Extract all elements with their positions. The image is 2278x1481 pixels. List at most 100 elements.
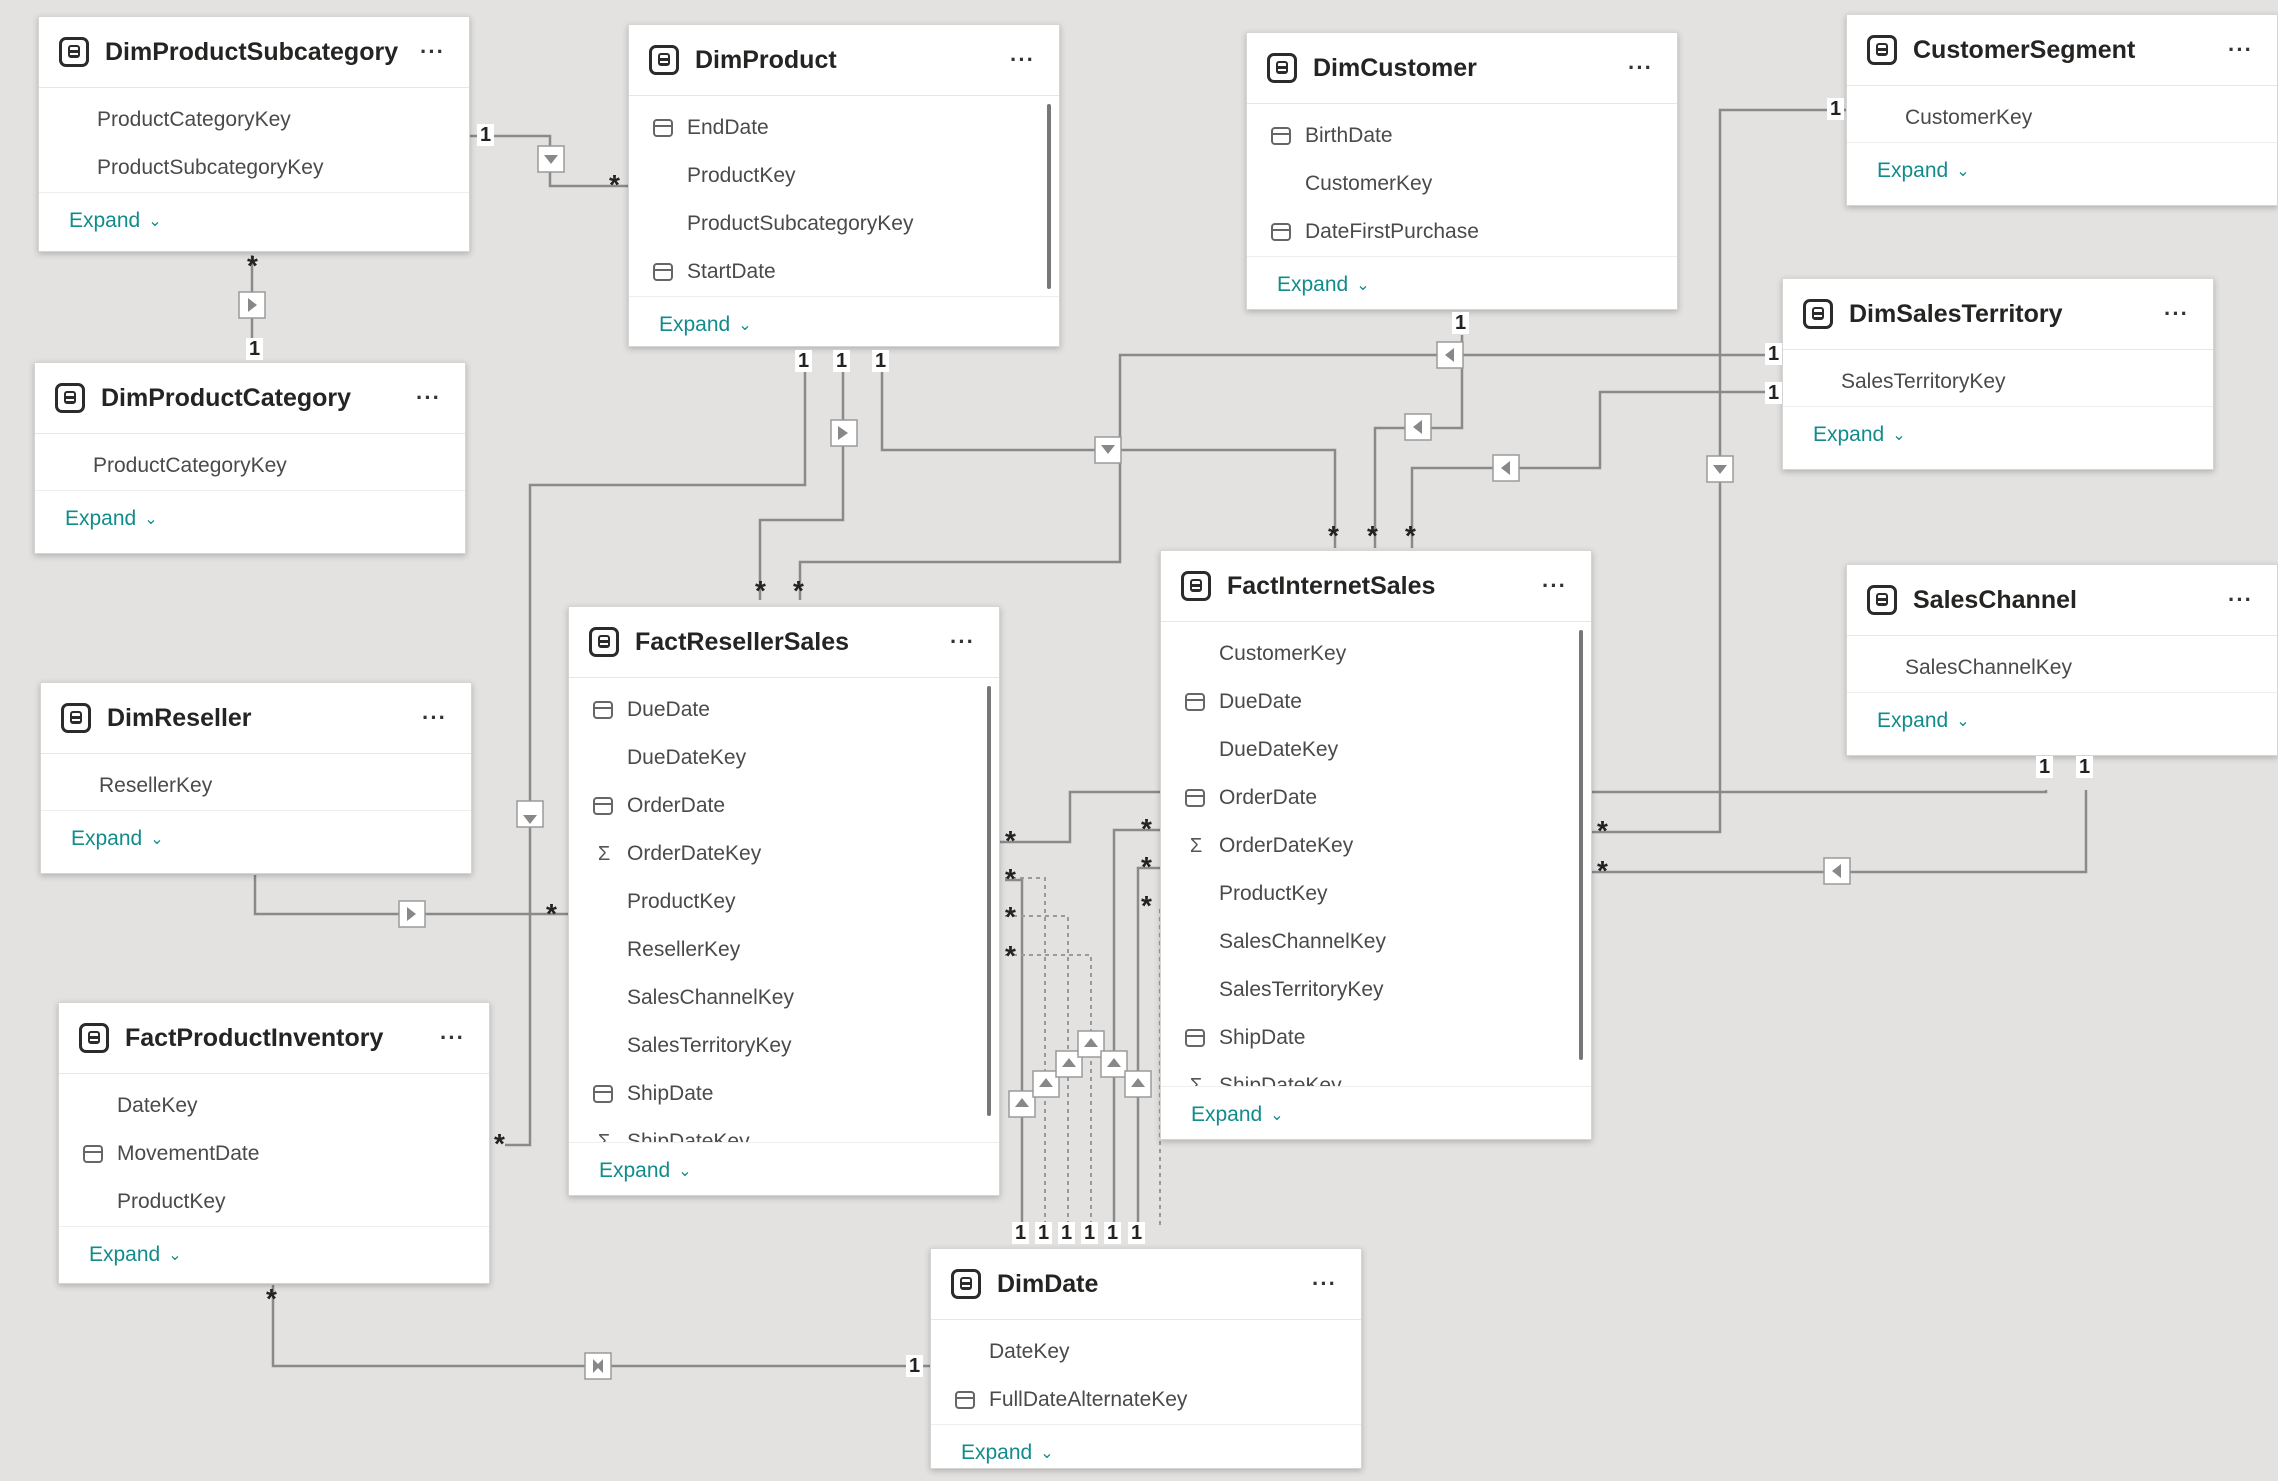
table-card-dimproductsubcategory[interactable]: DimProductSubcategory ··· ProductCategor… bbox=[38, 16, 470, 252]
table-header[interactable]: FactInternetSales ··· bbox=[1161, 551, 1591, 622]
expand-button[interactable]: Expand ⌄ bbox=[1847, 692, 2277, 749]
field-item[interactable]: DateFirstPurchase bbox=[1247, 208, 1677, 256]
table-card-dimreseller[interactable]: DimReseller ··· ResellerKey Expand ⌄ bbox=[40, 682, 472, 874]
field-item[interactable]: CustomerKey bbox=[1847, 94, 2277, 142]
field-item[interactable]: BirthDate bbox=[1247, 112, 1677, 160]
cardinality-many: * bbox=[546, 898, 557, 929]
expand-button[interactable]: Expand ⌄ bbox=[1847, 142, 2277, 199]
field-item[interactable]: SalesChannelKey bbox=[1161, 918, 1591, 966]
field-item[interactable]: DueDateKey bbox=[1161, 726, 1591, 774]
table-header[interactable]: DimProductCategory ··· bbox=[35, 363, 465, 434]
field-item[interactable]: ProductKey bbox=[1161, 870, 1591, 918]
field-item[interactable]: ProductSubcategoryKey bbox=[629, 200, 1059, 248]
field-list: EndDate ProductKey ProductSubcategoryKey… bbox=[629, 96, 1059, 296]
field-item[interactable]: ProductSubcategoryKey bbox=[39, 144, 469, 192]
field-item[interactable]: Σ ShipDateKey bbox=[569, 1118, 999, 1142]
field-item[interactable]: SalesTerritoryKey bbox=[1783, 358, 2213, 406]
field-item[interactable]: StartDate bbox=[629, 248, 1059, 296]
table-card-factresellersales[interactable]: FactResellerSales ··· DueDate DueDateKey… bbox=[568, 606, 1000, 1196]
table-card-dimproduct[interactable]: DimProduct ··· EndDate ProductKey Produc… bbox=[628, 24, 1060, 347]
more-options-icon[interactable]: ··· bbox=[2228, 37, 2253, 63]
cardinality-one: 1 bbox=[246, 338, 264, 360]
field-item[interactable]: SalesChannelKey bbox=[569, 974, 999, 1022]
field-item[interactable]: MovementDate bbox=[59, 1130, 489, 1178]
table-header[interactable]: DimReseller ··· bbox=[41, 683, 471, 754]
more-options-icon[interactable]: ··· bbox=[440, 1025, 465, 1051]
field-item[interactable]: ProductCategoryKey bbox=[39, 96, 469, 144]
field-item[interactable]: OrderDate bbox=[1161, 774, 1591, 822]
table-header[interactable]: FactProductInventory ··· bbox=[59, 1003, 489, 1074]
expand-button[interactable]: Expand ⌄ bbox=[629, 296, 1059, 353]
field-item[interactable]: ProductKey bbox=[59, 1178, 489, 1226]
calendar-icon bbox=[593, 797, 613, 815]
field-item[interactable]: FullDateAlternateKey bbox=[931, 1376, 1361, 1424]
sigma-icon: Σ bbox=[597, 1131, 611, 1142]
field-item[interactable]: CustomerKey bbox=[1247, 160, 1677, 208]
cardinality-one: 1 bbox=[1765, 343, 1783, 365]
table-header[interactable]: DimCustomer ··· bbox=[1247, 33, 1677, 104]
expand-button[interactable]: Expand ⌄ bbox=[569, 1142, 999, 1199]
table-header[interactable]: FactResellerSales ··· bbox=[569, 607, 999, 678]
cardinality-many: * bbox=[1141, 851, 1152, 882]
calendar-icon bbox=[1185, 789, 1205, 807]
field-item[interactable]: SalesTerritoryKey bbox=[1161, 966, 1591, 1014]
field-item[interactable]: SalesTerritoryKey bbox=[569, 1022, 999, 1070]
more-options-icon[interactable]: ··· bbox=[1542, 573, 1567, 599]
field-list: DateKey MovementDate ProductKey bbox=[59, 1074, 489, 1226]
field-item[interactable]: DueDateKey bbox=[569, 734, 999, 782]
more-options-icon[interactable]: ··· bbox=[1628, 55, 1653, 81]
more-options-icon[interactable]: ··· bbox=[422, 705, 447, 731]
field-item[interactable]: ProductKey bbox=[569, 878, 999, 926]
table-header[interactable]: DimSalesTerritory ··· bbox=[1783, 279, 2213, 350]
chevron-down-icon: ⌄ bbox=[1892, 427, 1906, 444]
expand-button[interactable]: Expand ⌄ bbox=[41, 810, 471, 867]
more-options-icon[interactable]: ··· bbox=[1010, 47, 1035, 73]
more-options-icon[interactable]: ··· bbox=[420, 39, 445, 65]
table-card-factinternetsales[interactable]: FactInternetSales ··· CustomerKey DueDat… bbox=[1160, 550, 1592, 1140]
table-card-dimsalesterritory[interactable]: DimSalesTerritory ··· SalesTerritoryKey … bbox=[1782, 278, 2214, 470]
expand-button[interactable]: Expand ⌄ bbox=[39, 192, 469, 249]
more-options-icon[interactable]: ··· bbox=[416, 385, 441, 411]
field-item[interactable]: DateKey bbox=[931, 1328, 1361, 1376]
field-item[interactable]: ProductCategoryKey bbox=[35, 442, 465, 490]
table-card-factproductinventory[interactable]: FactProductInventory ··· DateKey Movemen… bbox=[58, 1002, 490, 1284]
field-item[interactable]: EndDate bbox=[629, 104, 1059, 152]
expand-button[interactable]: Expand ⌄ bbox=[931, 1424, 1361, 1481]
table-card-customersegment[interactable]: CustomerSegment ··· CustomerKey Expand ⌄ bbox=[1846, 14, 2278, 206]
field-item[interactable]: DueDate bbox=[1161, 678, 1591, 726]
field-item[interactable]: ResellerKey bbox=[41, 762, 471, 810]
field-item[interactable]: DateKey bbox=[59, 1082, 489, 1130]
calendar-icon bbox=[1271, 127, 1291, 145]
field-item[interactable]: Σ OrderDateKey bbox=[569, 830, 999, 878]
expand-button[interactable]: Expand ⌄ bbox=[59, 1226, 489, 1283]
sigma-icon: Σ bbox=[597, 843, 611, 865]
table-card-saleschannel[interactable]: SalesChannel ··· SalesChannelKey Expand ⌄ bbox=[1846, 564, 2278, 756]
more-options-icon[interactable]: ··· bbox=[2164, 301, 2189, 327]
table-header[interactable]: DimProductSubcategory ··· bbox=[39, 17, 469, 88]
field-item[interactable]: Σ OrderDateKey bbox=[1161, 822, 1591, 870]
field-item[interactable]: SalesChannelKey bbox=[1847, 644, 2277, 692]
expand-button[interactable]: Expand ⌄ bbox=[35, 490, 465, 547]
expand-button[interactable]: Expand ⌄ bbox=[1247, 256, 1677, 313]
field-item[interactable]: Σ ShipDateKey bbox=[1161, 1062, 1591, 1086]
field-item[interactable]: ShipDate bbox=[569, 1070, 999, 1118]
more-options-icon[interactable]: ··· bbox=[1312, 1271, 1337, 1297]
more-options-icon[interactable]: ··· bbox=[2228, 587, 2253, 613]
field-item[interactable]: CustomerKey bbox=[1161, 630, 1591, 678]
field-item[interactable]: ResellerKey bbox=[569, 926, 999, 974]
field-item[interactable]: ProductKey bbox=[629, 152, 1059, 200]
table-card-dimproductcategory[interactable]: DimProductCategory ··· ProductCategoryKe… bbox=[34, 362, 466, 554]
table-header[interactable]: SalesChannel ··· bbox=[1847, 565, 2277, 636]
expand-button[interactable]: Expand ⌄ bbox=[1161, 1086, 1591, 1143]
field-item[interactable]: ShipDate bbox=[1161, 1014, 1591, 1062]
table-header[interactable]: DimDate ··· bbox=[931, 1249, 1361, 1320]
field-item[interactable]: DueDate bbox=[569, 686, 999, 734]
table-card-dimcustomer[interactable]: DimCustomer ··· BirthDate CustomerKey Da… bbox=[1246, 32, 1678, 310]
table-header[interactable]: CustomerSegment ··· bbox=[1847, 15, 2277, 86]
table-header[interactable]: DimProduct ··· bbox=[629, 25, 1059, 96]
expand-button[interactable]: Expand ⌄ bbox=[1783, 406, 2213, 463]
table-card-dimdate[interactable]: DimDate ··· DateKey FullDateAlternateKey… bbox=[930, 1248, 1362, 1469]
cardinality-one: 1 bbox=[795, 350, 813, 372]
field-item[interactable]: OrderDate bbox=[569, 782, 999, 830]
more-options-icon[interactable]: ··· bbox=[950, 629, 975, 655]
